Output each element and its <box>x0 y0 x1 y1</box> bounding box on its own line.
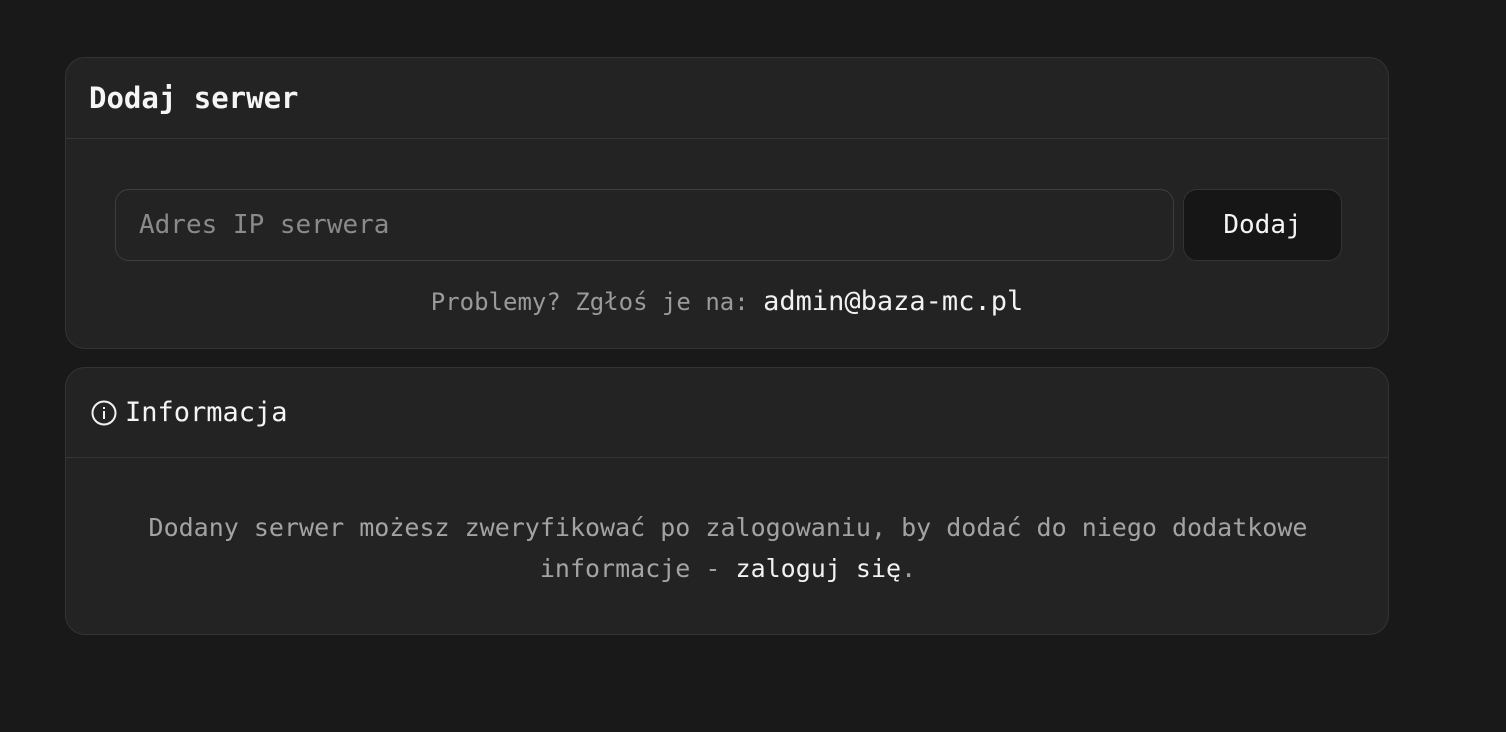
info-title: Informacja <box>125 397 288 428</box>
info-header: Informacja <box>66 368 1388 458</box>
server-ip-input[interactable] <box>115 189 1174 261</box>
add-server-card: Dodaj serwer Dodaj Problemy? Zgłoś je na… <box>65 57 1389 349</box>
info-message: Dodany serwer możesz zweryfikować po zal… <box>136 507 1320 589</box>
info-card: Informacja Dodany serwer możesz zweryfik… <box>65 367 1389 635</box>
problems-text: Problemy? Zgłoś je na: <box>430 288 764 316</box>
add-server-button[interactable]: Dodaj <box>1183 189 1342 261</box>
add-server-title: Dodaj serwer <box>89 81 299 115</box>
info-body-text: Dodany serwer możesz zweryfikować po zal… <box>148 513 1308 583</box>
problems-note: Problemy? Zgłoś je na: admin@baza-mc.pl <box>66 286 1388 317</box>
add-server-header: Dodaj serwer <box>66 58 1388 139</box>
support-email-link[interactable]: admin@baza-mc.pl <box>763 286 1023 317</box>
info-circle-icon <box>91 400 117 426</box>
login-link[interactable]: zaloguj się <box>736 554 902 583</box>
info-body-end: . <box>901 554 917 583</box>
add-server-form: Dodaj <box>115 189 1342 261</box>
